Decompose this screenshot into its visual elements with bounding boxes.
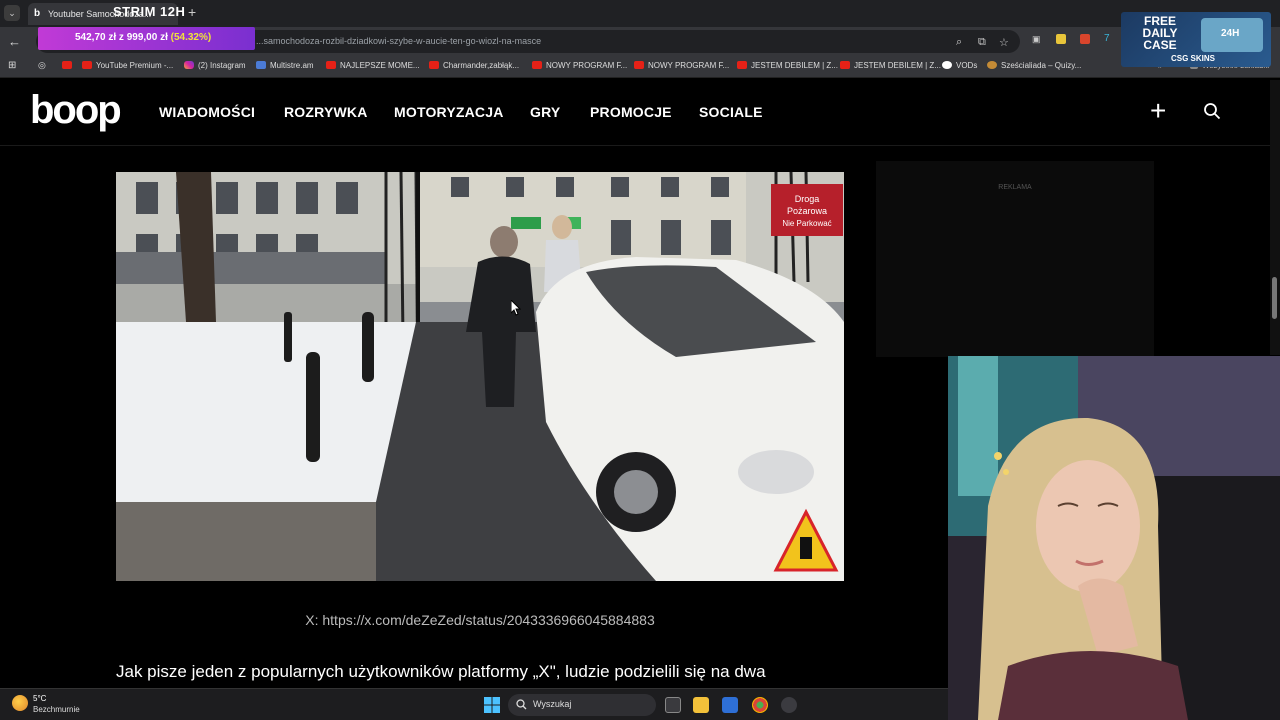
donation-goal-bar: 542,70 zł z 999,00 zł (54.32%) [38,27,255,50]
donation-percent: (54.32%) [170,32,212,43]
bookmark-label: JESTEM DEBILEM | Z... [854,61,941,70]
ad-badge: 24H [1221,28,1240,39]
nav-item-automotive[interactable]: MOTORYZACJA [394,104,504,120]
bookmark-item[interactable]: YouTube Premium -... [82,61,173,70]
bookmark-label: Charmander,zabłąk... [443,61,520,70]
bookmark-item[interactable]: Sześcialiada – Quizy... [987,61,1081,70]
multistream-icon [256,61,266,69]
ad-label: REKLAMA [998,184,1032,191]
chrome-icon[interactable] [752,697,768,713]
task-view-icon[interactable] [665,697,681,713]
webcam-feed [948,356,1280,720]
bookmark-item[interactable]: NOWY PROGRAM F... [634,61,729,70]
bookmark-item[interactable]: NAJLEPSZE MOME... [326,61,420,70]
youtube-icon [634,61,644,69]
bookmark-label: YouTube Premium -... [96,61,174,70]
tab-search-button[interactable]: ⌄ [4,5,20,21]
nav-item-news[interactable]: WIADOMOŚCI [159,104,255,120]
sign-line-1: Droga [795,194,820,204]
bookmark-item[interactable]: Charmander,zabłąk... [429,61,519,70]
nav-item-promotions[interactable]: PROMOCJE [590,104,672,120]
extension-icon[interactable] [1056,34,1066,44]
bookmark-item[interactable]: VODs [942,61,977,70]
site-logo[interactable]: boop [30,88,122,133]
new-tab-button[interactable]: + [188,4,196,20]
extension-icon[interactable]: ▣ [1032,34,1041,45]
streamer-webcam [948,356,1280,720]
store-icon[interactable] [722,697,738,713]
file-explorer-icon[interactable] [693,697,709,713]
youtube-icon [840,61,850,69]
bookmark-item[interactable]: (2) Instagram [184,61,246,70]
sidebar-ad: REKLAMA [876,161,1154,357]
instagram-icon [184,61,194,69]
bookmark-label: JESTEM DEBILEM | Z... [751,61,838,70]
bookmark-label: NAJLEPSZE MOME... [340,61,420,70]
youtube-icon [326,61,336,69]
ad-headline: FREE DAILY CASE [1142,14,1178,52]
search-icon[interactable] [1203,102,1221,120]
search-icon [516,699,527,710]
youtube-icon [429,61,439,69]
apps-grid-icon[interactable]: ⊞ [8,60,16,71]
youtube-icon [737,61,747,69]
globe-icon [942,61,952,69]
bookmark-star-icon[interactable]: ☆ [999,36,1009,49]
mouse-cursor-icon [511,300,521,316]
windows-start-icon[interactable] [484,697,500,713]
bookmarks-bar: ⊞ ◎ YouTube Premium -... (2) Instagram M… [0,56,1280,78]
taskbar-search[interactable]: Wyszukaj [508,694,656,716]
bookmark-youtube-item[interactable] [62,61,76,70]
plus-icon [987,61,997,69]
zoom-icon[interactable]: ⌕ [956,36,962,49]
bookmark-label: VODs [956,61,978,70]
nav-item-games[interactable]: GRY [530,104,560,120]
sign-line-3: Nie Parkować [782,219,831,228]
nav-item-entertainment[interactable]: ROZRYWKA [284,104,368,120]
youtube-icon [62,61,72,69]
article-image[interactable]: Droga Pożarowa Nie Parkować [116,172,844,581]
url-text: ...samochodoza-rozbil-dziadkowi-szybe-w-… [256,36,542,46]
bookmark-label: NOWY PROGRAM F... [648,61,730,70]
add-icon[interactable]: + [1150,96,1166,126]
back-arrow-icon[interactable]: ← [8,34,21,49]
image-caption[interactable]: X: https://x.com/deZeZed/status/20433369… [116,612,844,628]
donation-goal-text: 542,70 zł z 999,00 zł (54.32%) [75,32,211,43]
chrome-icon[interactable]: ◎ [38,60,46,71]
loot-case-image: 24H [1201,18,1263,52]
nav-item-social[interactable]: SOCIALE [699,104,763,120]
weather-description[interactable]: Bezchmurnie [33,705,80,714]
bookmark-label: Multistre.am [270,61,314,70]
youtube-icon [82,61,92,69]
street-scene-photo: Droga Pożarowa Nie Parkować [116,172,844,581]
bookmark-item[interactable]: JESTEM DEBILEM | Z... [737,61,838,70]
sign-line-2: Pożarowa [787,206,827,216]
cast-icon[interactable]: ⧉ [978,36,986,49]
bookmark-label: NOWY PROGRAM F... [546,61,628,70]
extension-icon[interactable]: 7 [1104,33,1110,44]
article-paragraph: Jak pisze jeden z popularnych użytkownik… [116,662,766,681]
bookmark-item[interactable]: JESTEM DEBILEM | Z... [840,61,941,70]
extension-icon[interactable] [1080,34,1090,44]
bookmark-label: (2) Instagram [198,61,246,70]
donation-amount: 542,70 zł z 999,00 zł [75,32,168,43]
stream-sponsor-banner: 24H FREE DAILY CASE CSG SKINS [1121,12,1271,67]
taskbar-search-placeholder: Wyszukaj [533,699,572,709]
weather-icon[interactable] [12,695,28,711]
site-favicon-icon: b [34,8,41,19]
taskbar: 5°C Bezchmurnie Wyszukaj [0,688,948,720]
bookmark-label: Sześcialiada – Quizy... [1001,61,1082,70]
ad-brand: CSG SKINS [1171,54,1216,63]
tab-strip: ⌄ b Youtuber Samochodoza... STRIM 12H + [0,0,1280,27]
bookmark-item[interactable]: Multistre.am [256,61,314,70]
site-header: boop WIADOMOŚCI ROZRYWKA MOTORYZACJA GRY… [0,80,1280,146]
stream-title: STRIM 12H [113,4,186,19]
scrollbar-thumb[interactable] [1272,277,1277,319]
obs-icon[interactable] [781,697,797,713]
youtube-icon [532,61,542,69]
bookmark-item[interactable]: NOWY PROGRAM F... [532,61,627,70]
weather-temperature[interactable]: 5°C [33,694,46,703]
